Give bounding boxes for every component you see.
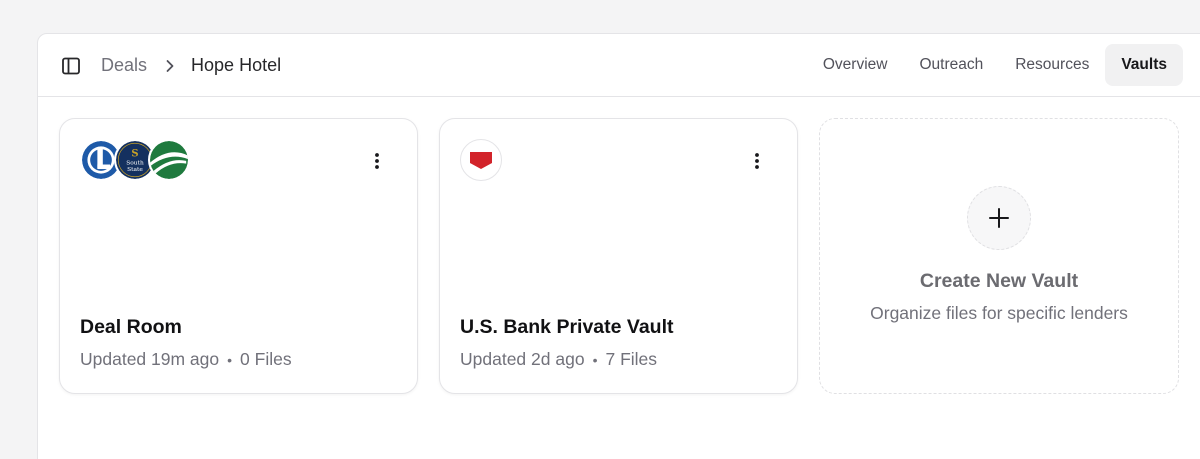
tab-bar: Overview Outreach Resources Vaults: [807, 44, 1183, 86]
vault-title: U.S. Bank Private Vault: [460, 316, 674, 338]
svg-text:S: S: [131, 148, 138, 159]
create-vault-subtitle: Organize files for specific lenders: [870, 303, 1128, 323]
sidebar-toggle-icon: [62, 57, 80, 75]
svg-text:State: State: [127, 167, 143, 173]
more-vertical-icon: [375, 153, 379, 169]
top-bar: Deals Hope Hotel Overview Outreach Resou…: [38, 34, 1200, 97]
more-vertical-icon: [755, 153, 759, 169]
vault-card-deal-room[interactable]: S South State Deal Room Updated 19m ago …: [59, 118, 418, 394]
vault-files: 7 Files: [605, 349, 658, 369]
vault-meta: Updated 19m ago • 0 Files: [80, 349, 292, 370]
us-bank-shield-logo: [460, 139, 502, 181]
vault-updated: Updated 19m ago: [80, 349, 220, 369]
vault-meta: Updated 2d ago • 7 Files: [460, 349, 657, 370]
tab-resources[interactable]: Resources: [999, 44, 1105, 86]
breadcrumb: Deals Hope Hotel: [101, 34, 281, 97]
vault-files: 0 Files: [240, 349, 292, 369]
breadcrumb-deals-link[interactable]: Deals: [101, 55, 147, 76]
vault-card-us-bank[interactable]: U.S. Bank Private Vault Updated 2d ago •…: [439, 118, 798, 394]
lender-logos: S South State: [80, 139, 190, 181]
separator-dot: •: [592, 351, 598, 368]
lender-logo-green: [148, 139, 190, 181]
lender-logos: [460, 139, 502, 181]
more-options-button[interactable]: [365, 149, 389, 173]
vault-updated: Updated 2d ago: [460, 349, 585, 369]
create-vault-card[interactable]: Create New Vault Organize files for spec…: [819, 118, 1179, 394]
breadcrumb-current: Hope Hotel: [191, 55, 282, 75]
plus-icon: [989, 208, 1009, 228]
create-vault-title: Create New Vault: [919, 270, 1079, 292]
tab-vaults[interactable]: Vaults: [1105, 44, 1183, 86]
tab-outreach[interactable]: Outreach: [903, 44, 999, 86]
svg-text:South: South: [126, 161, 144, 167]
sidebar-toggle-button[interactable]: [60, 55, 82, 77]
separator-dot: •: [227, 351, 233, 368]
vault-title: Deal Room: [80, 316, 182, 338]
chevron-right-icon: [165, 59, 175, 73]
tab-overview[interactable]: Overview: [807, 44, 904, 86]
more-options-button[interactable]: [745, 149, 769, 173]
create-vault-button[interactable]: [967, 186, 1031, 250]
main-panel: Deals Hope Hotel Overview Outreach Resou…: [37, 33, 1200, 459]
